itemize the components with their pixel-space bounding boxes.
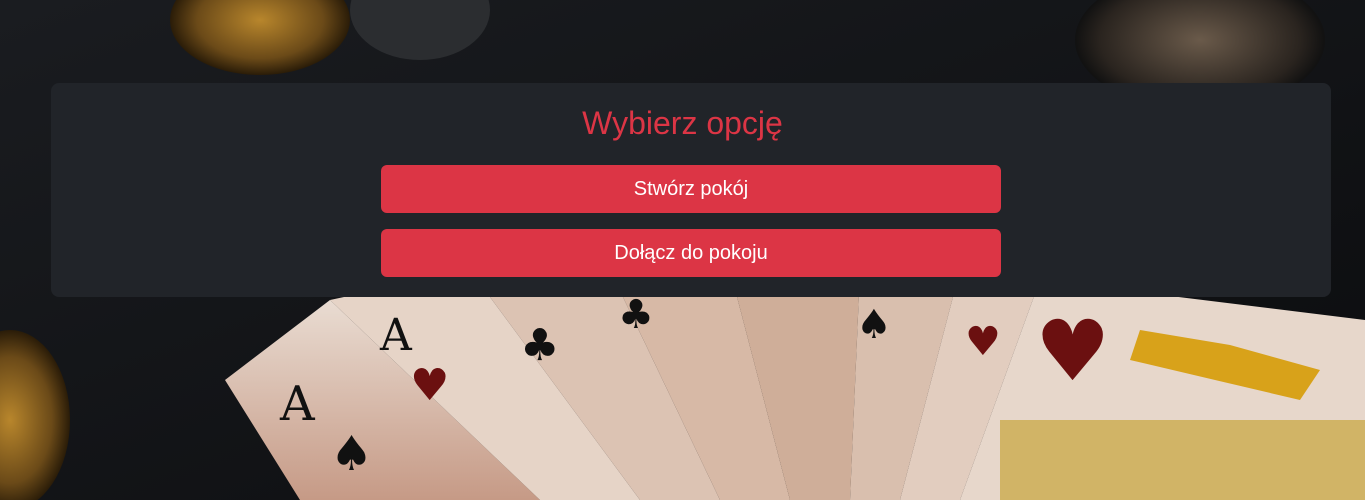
- svg-text:♠: ♠: [856, 302, 892, 348]
- svg-text:♣: ♣: [618, 292, 654, 338]
- svg-text:A: A: [279, 376, 316, 432]
- svg-text:♣: ♣: [520, 320, 559, 371]
- create-room-button[interactable]: Stwórz pokój: [381, 165, 1001, 213]
- svg-text:A: A: [379, 310, 413, 361]
- svg-text:♥: ♥: [965, 319, 1001, 365]
- page-title: Wybierz opcję: [582, 105, 783, 141]
- svg-text:♥: ♥: [410, 360, 449, 411]
- svg-text:♥: ♥: [1035, 302, 1110, 400]
- svg-text:♠: ♠: [330, 426, 373, 482]
- join-room-button[interactable]: Dołącz do pokoju: [381, 229, 1001, 277]
